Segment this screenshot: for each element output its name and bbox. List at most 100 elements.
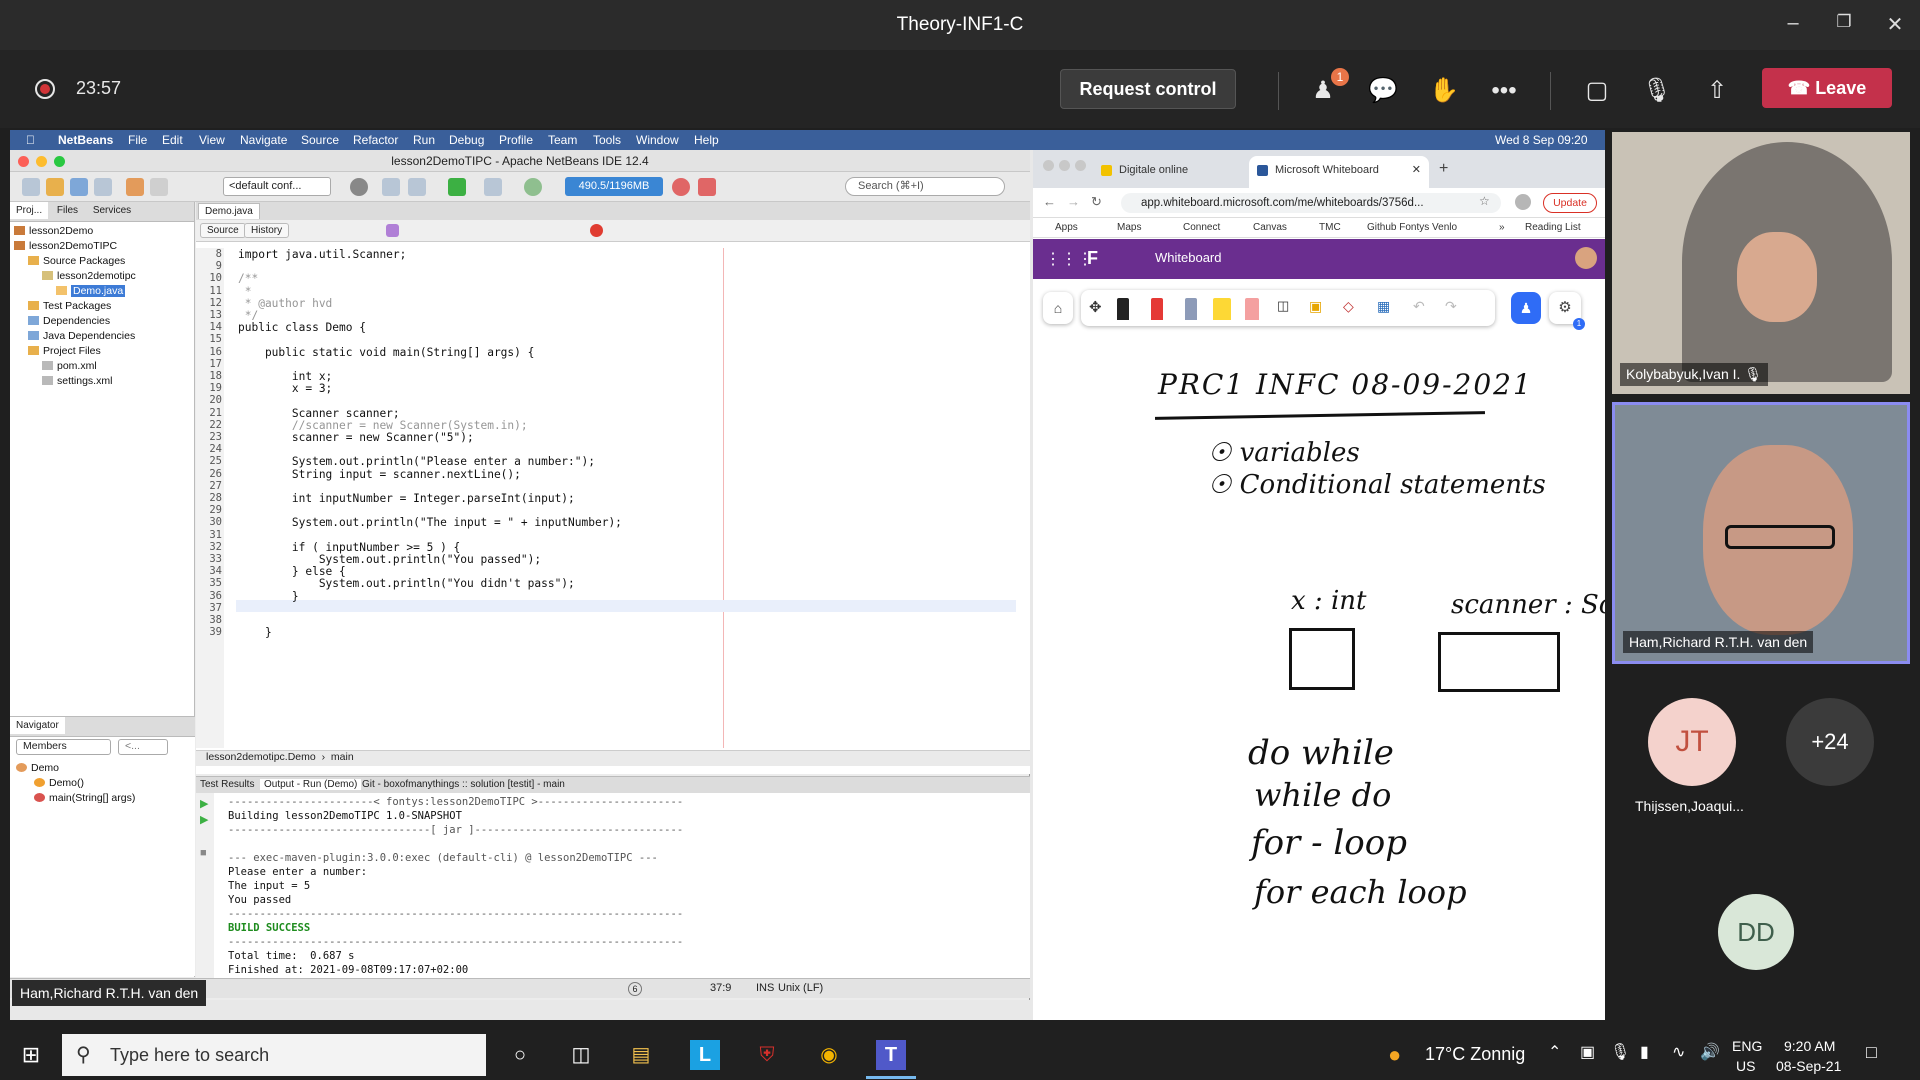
breadcrumb-method[interactable]: main	[331, 751, 354, 763]
wifi-icon[interactable]: ∿	[1672, 1042, 1685, 1062]
home-icon[interactable]: ⌂	[1043, 292, 1073, 324]
menu-help[interactable]: Help	[694, 133, 719, 147]
highlighter-icon[interactable]	[1213, 298, 1231, 320]
navigator-filter-select[interactable]: Members	[16, 739, 111, 755]
tab-projects[interactable]: Proj...	[10, 202, 49, 219]
tab-services[interactable]: Services	[87, 202, 137, 219]
black-pen-icon[interactable]	[1117, 298, 1129, 320]
tray-app-icon[interactable]: ▣	[1580, 1042, 1595, 1062]
close-tab-icon[interactable]: ✕	[1412, 156, 1421, 184]
mac-zoom-icon[interactable]	[1075, 160, 1086, 171]
tray-chevron-icon[interactable]: ⌃	[1548, 1042, 1561, 1062]
history-tab[interactable]: History	[244, 223, 290, 238]
tree-item[interactable]: settings.xml	[14, 374, 194, 389]
app-launcher-icon[interactable]: ⋮⋮⋮	[1045, 249, 1093, 269]
chrome-icon[interactable]: ◉	[814, 1040, 844, 1070]
forward-icon[interactable]: →	[1067, 194, 1080, 209]
mac-close-icon[interactable]	[1043, 160, 1054, 171]
menu-tools[interactable]: Tools	[593, 133, 621, 147]
find-icon[interactable]	[386, 224, 399, 237]
menu-edit[interactable]: Edit	[162, 133, 183, 147]
editor-tab-demo[interactable]: Demo.java	[198, 203, 260, 219]
notifications-badge[interactable]: 6	[628, 982, 642, 996]
more-options-icon[interactable]: •••	[1487, 74, 1521, 108]
notifications-icon[interactable]: □	[1866, 1042, 1877, 1063]
new-file-icon[interactable]	[22, 178, 40, 196]
video-tile-kolybabyuk[interactable]: Kolybabyuk,Ivan I. 🎙	[1612, 132, 1910, 394]
nav-item[interactable]: main(String[] args)	[16, 791, 135, 806]
source-tab[interactable]: Source	[200, 223, 246, 238]
tree-item[interactable]: Dependencies	[14, 314, 194, 329]
bookmark-reading-list[interactable]: Reading List	[1525, 222, 1581, 233]
image-icon[interactable]: ▦	[1377, 298, 1390, 315]
clock-time[interactable]: 9:20 AM	[1784, 1038, 1835, 1054]
redo-icon[interactable]	[150, 178, 168, 196]
teams-icon[interactable]: T	[876, 1040, 906, 1070]
more-participants[interactable]: +24	[1786, 698, 1874, 786]
tab-navigator[interactable]: Navigator	[10, 717, 65, 734]
share-board-icon[interactable]: ♟	[1511, 292, 1541, 324]
new-project-icon[interactable]	[46, 178, 64, 196]
minimize-icon[interactable]: –	[1778, 12, 1808, 38]
chat-icon[interactable]: 💬	[1366, 74, 1400, 108]
mic-off-icon[interactable]: 🎙	[1640, 74, 1674, 108]
mic-tray-icon[interactable]: 🎙	[1610, 1042, 1630, 1062]
menu-profile[interactable]: Profile	[499, 133, 533, 147]
debug-icon[interactable]	[484, 178, 502, 196]
apple-icon[interactable]: 	[26, 133, 35, 147]
restore-icon[interactable]: ❐	[1829, 12, 1859, 38]
output-console[interactable]: -----------------------< fontys:lesson2D…	[228, 795, 683, 991]
navigator-scope-select[interactable]: <...	[118, 739, 168, 755]
profile-avatar-icon[interactable]	[1515, 194, 1531, 210]
avatar-dd[interactable]: DD	[1718, 894, 1794, 970]
tab-files[interactable]: Files	[51, 202, 84, 219]
profile-icon[interactable]	[524, 178, 542, 196]
battery-icon[interactable]: ▮	[1640, 1042, 1649, 1062]
task-view-icon[interactable]: ◫	[566, 1040, 596, 1070]
bookmark-maps[interactable]: Maps	[1117, 222, 1141, 233]
ide-search-input[interactable]: Search (⌘+I)	[845, 177, 1005, 196]
bookmark-apps[interactable]: Apps	[1055, 222, 1078, 233]
menu-team[interactable]: Team	[548, 133, 577, 147]
undo-icon[interactable]: ↶	[1413, 298, 1425, 315]
tab-git[interactable]: Git - boxofmanythings :: solution [testi…	[362, 779, 565, 790]
nav-item[interactable]: Demo()	[16, 776, 135, 791]
menu-window[interactable]: Window	[636, 133, 679, 147]
new-tab-icon[interactable]: +	[1439, 160, 1448, 178]
gc-icon[interactable]	[672, 178, 690, 196]
stop-icon[interactable]	[698, 178, 716, 196]
rerun-with-args-icon[interactable]: ▶	[200, 813, 208, 826]
bookmarks-more[interactable]: »	[1499, 222, 1505, 233]
tree-item[interactable]: lesson2demotipc	[14, 269, 194, 284]
user-avatar[interactable]	[1575, 247, 1597, 269]
eraser-icon[interactable]	[1245, 298, 1259, 320]
reload-icon[interactable]: ↻	[1091, 194, 1102, 210]
memory-indicator[interactable]: 490.5/1196MB	[565, 177, 663, 196]
rerun-icon[interactable]: ▶	[200, 797, 208, 810]
save-all-icon[interactable]	[94, 178, 112, 196]
config-select[interactable]: <default conf...	[223, 177, 331, 196]
tree-item[interactable]: lesson2DemoTIPC	[14, 239, 194, 254]
bookmark-star-icon[interactable]: ☆	[1479, 194, 1490, 208]
leave-button[interactable]: ☎ Leave	[1762, 68, 1892, 108]
tree-item[interactable]: pom.xml	[14, 359, 194, 374]
code-area[interactable]: 8 import java.util.Scanner; 9 10 /** 11 * 12 *…	[196, 248, 1030, 748]
menu-app-name[interactable]: NetBeans	[58, 133, 113, 147]
globe-icon[interactable]	[350, 178, 368, 196]
weather-text[interactable]: 17°C Zonnig	[1425, 1044, 1525, 1065]
menu-run[interactable]: Run	[413, 133, 435, 147]
region-code[interactable]: US	[1736, 1058, 1755, 1074]
request-control-button[interactable]: Request control	[1060, 69, 1236, 109]
mac-minimize-icon[interactable]	[1059, 160, 1070, 171]
language-code[interactable]: ENG	[1732, 1038, 1762, 1054]
bookmark-connect[interactable]: Connect	[1183, 222, 1220, 233]
mac-zoom-icon[interactable]	[54, 156, 65, 167]
bookmark-canvas[interactable]: Canvas	[1253, 222, 1287, 233]
close-icon[interactable]: ✕	[1880, 12, 1910, 38]
share-screen-icon[interactable]: ⇧	[1700, 74, 1734, 108]
build-icon[interactable]	[382, 178, 400, 196]
back-icon[interactable]: ←	[1043, 194, 1056, 209]
volume-icon[interactable]: 🔊	[1700, 1042, 1720, 1062]
stop-output-icon[interactable]: ■	[200, 847, 207, 859]
bookmark-tmc[interactable]: TMC	[1319, 222, 1341, 233]
